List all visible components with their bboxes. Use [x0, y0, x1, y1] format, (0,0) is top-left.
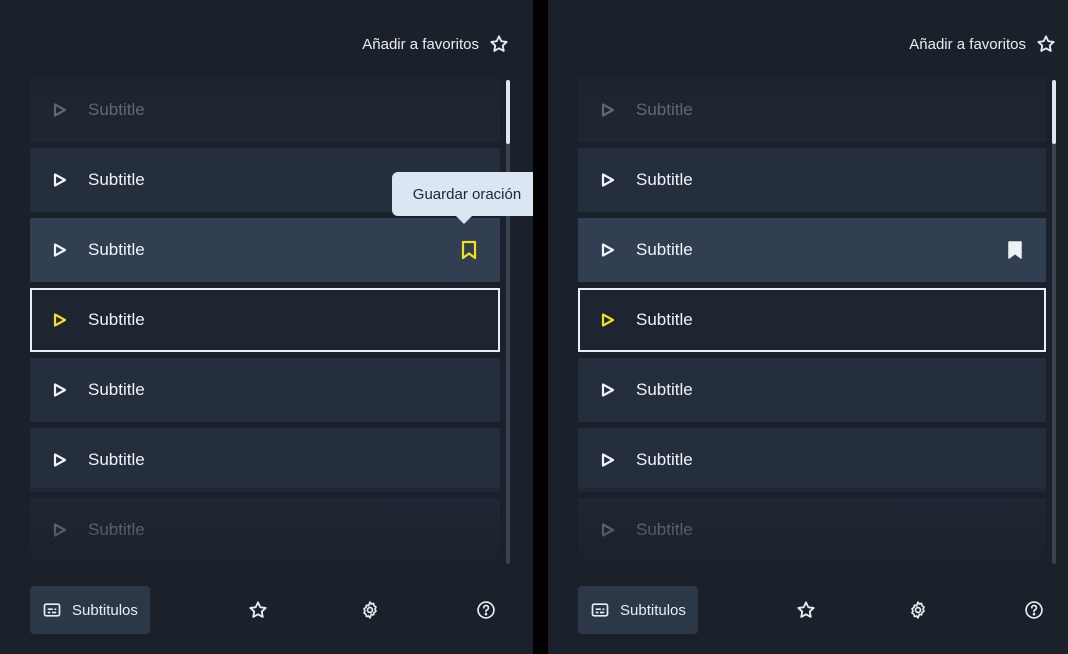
play-icon[interactable] [52, 452, 68, 468]
play-icon[interactable] [52, 172, 68, 188]
subtitle-text: Subtitle [636, 240, 693, 259]
play-icon[interactable] [52, 522, 68, 538]
play-icon[interactable] [52, 382, 68, 398]
subtitle-text: Subtitle [88, 240, 145, 259]
nav-favorites-button[interactable] [244, 586, 272, 634]
play-icon[interactable] [600, 312, 616, 328]
subtitle-text: Subtitle [88, 520, 145, 539]
scrollbar-thumb[interactable] [1052, 80, 1056, 144]
subtitle-row[interactable]: Subtitle [578, 78, 1046, 142]
nav-subtitles-button[interactable]: Subtitulos [578, 586, 698, 634]
subtitles-icon [591, 603, 609, 617]
nav-subtitles-label: Subtitulos [72, 601, 138, 619]
play-icon[interactable] [52, 242, 68, 258]
play-icon[interactable] [600, 452, 616, 468]
subtitle-list[interactable]: Subtitle Subtitle Subtitle Subtitle Subt… [30, 78, 500, 566]
star-outline-icon [797, 601, 815, 618]
help-icon [1025, 601, 1043, 619]
scrollbar[interactable] [506, 80, 510, 564]
subtitle-text: Subtitle [88, 450, 145, 469]
subtitle-row-active[interactable]: Subtitle [30, 288, 500, 352]
subtitle-text: Subtitle [636, 310, 693, 329]
add-to-favorites-button[interactable]: Añadir a favoritos [362, 30, 509, 58]
bottom-nav: Subtitulos [30, 586, 500, 634]
play-icon[interactable] [600, 522, 616, 538]
subtitle-text: Subtitle [88, 310, 145, 329]
tooltip-text: Guardar oración [412, 185, 522, 203]
nav-settings-button[interactable] [904, 586, 932, 634]
subtitle-row[interactable]: Subtitle [578, 428, 1046, 492]
nav-help-button[interactable] [1020, 586, 1048, 634]
subtitle-row[interactable]: Subtitle [30, 218, 500, 282]
subtitle-text: Subtitle [88, 100, 145, 119]
bookmark-outline-icon[interactable] [460, 240, 478, 260]
subtitle-text: Subtitle [636, 170, 693, 189]
subtitle-row[interactable]: Subtitle [578, 148, 1046, 212]
nav-subtitles-label: Subtitulos [620, 601, 686, 619]
subtitle-row[interactable]: Subtitle [30, 498, 500, 562]
bookmark-filled-icon[interactable] [1006, 240, 1024, 260]
play-icon[interactable] [600, 382, 616, 398]
subtitle-panel-left: Añadir a favoritos Subtitle Subtitle Sub… [0, 0, 533, 654]
subtitle-text: Subtitle [636, 380, 693, 399]
play-icon[interactable] [52, 102, 68, 118]
subtitle-text: Subtitle [88, 170, 145, 189]
gear-icon [363, 601, 377, 619]
play-icon[interactable] [52, 312, 68, 328]
add-to-favorites-button[interactable]: Añadir a favoritos [909, 30, 1056, 58]
nav-favorites-button[interactable] [792, 586, 820, 634]
subtitle-row[interactable]: Subtitle [30, 78, 500, 142]
help-icon [477, 601, 495, 619]
bottom-nav: Subtitulos [578, 586, 1048, 634]
subtitle-row[interactable]: Subtitle [578, 358, 1046, 422]
subtitle-row[interactable]: Subtitle [578, 218, 1046, 282]
nav-help-button[interactable] [472, 586, 500, 634]
play-icon[interactable] [600, 242, 616, 258]
subtitle-row[interactable]: Subtitle [30, 428, 500, 492]
scrollbar-thumb[interactable] [506, 80, 510, 144]
subtitle-list[interactable]: Subtitle Subtitle Subtitle Subtitle Subt… [578, 78, 1046, 566]
subtitle-panel-right: Añadir a favoritos Subtitle Subtitle Sub… [548, 0, 1068, 654]
play-icon[interactable] [600, 172, 616, 188]
subtitle-text: Subtitle [636, 450, 693, 469]
subtitle-row-active[interactable]: Subtitle [578, 288, 1046, 352]
star-outline-icon [490, 35, 508, 52]
play-icon[interactable] [600, 102, 616, 118]
nav-settings-button[interactable] [356, 586, 384, 634]
subtitle-text: Subtitle [636, 520, 693, 539]
star-outline-icon [1037, 35, 1055, 52]
favorites-label: Añadir a favoritos [362, 35, 479, 53]
subtitle-row[interactable]: Subtitle [578, 498, 1046, 562]
subtitle-text: Subtitle [636, 100, 693, 119]
star-outline-icon [249, 601, 267, 618]
subtitle-row[interactable]: Subtitle [30, 358, 500, 422]
favorites-label: Añadir a favoritos [909, 35, 1026, 53]
subtitles-icon [43, 603, 61, 617]
gear-icon [911, 601, 925, 619]
nav-subtitles-button[interactable]: Subtitulos [30, 586, 150, 634]
scrollbar[interactable] [1052, 80, 1056, 564]
save-sentence-tooltip: Guardar oración [392, 172, 533, 224]
subtitle-text: Subtitle [88, 380, 145, 399]
